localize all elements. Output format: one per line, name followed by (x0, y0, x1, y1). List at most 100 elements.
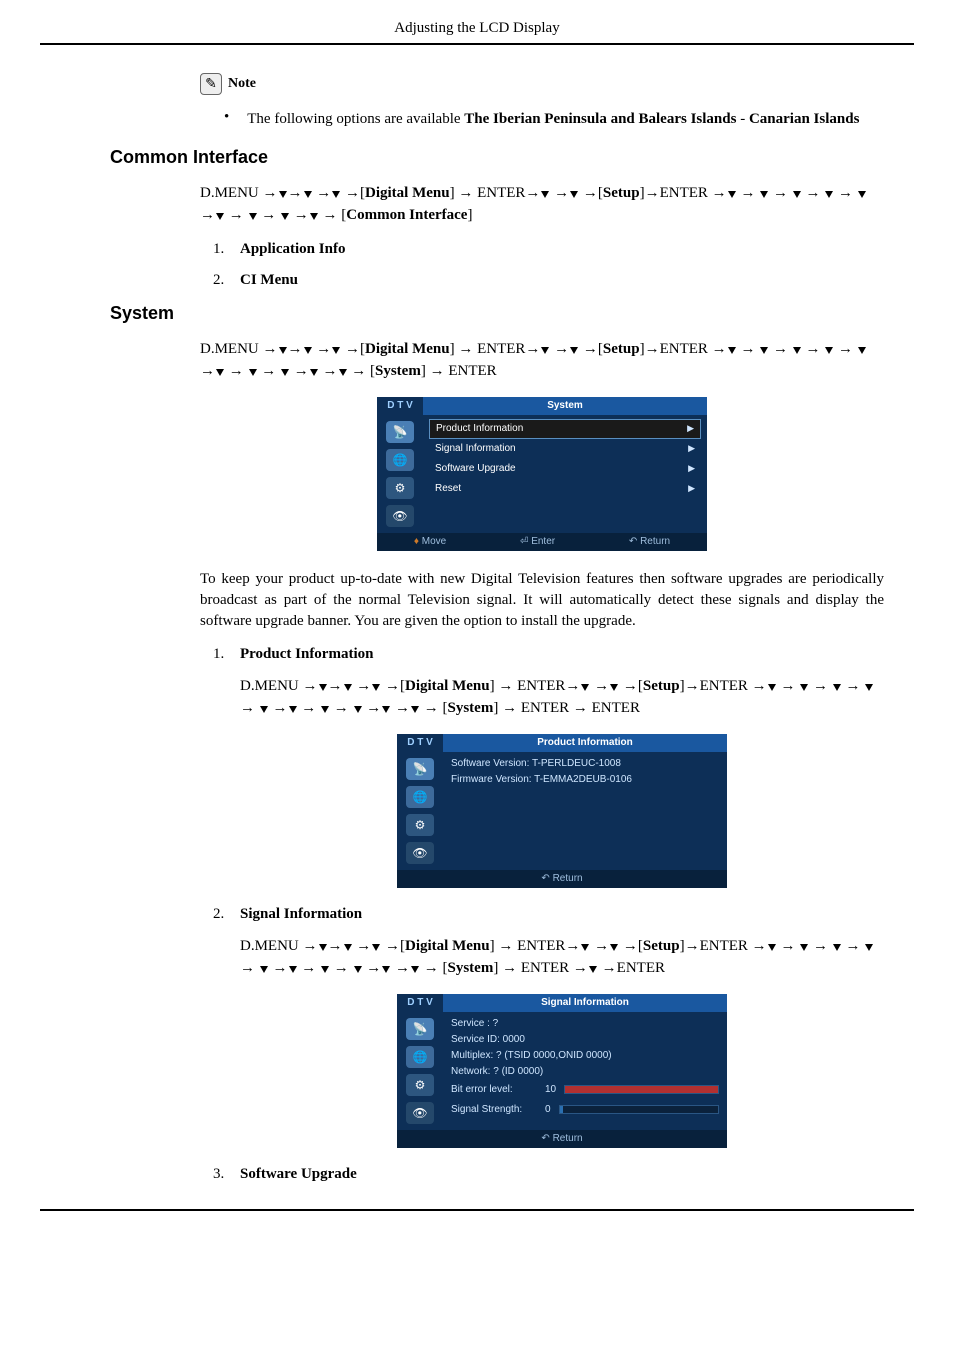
bullet-text: The following options are available The … (247, 109, 859, 131)
down-arrow-icon (411, 966, 419, 973)
path-product-info: D.MENU →→ → →[Digital Menu] → ENTER→ → →… (240, 675, 884, 720)
scr-header: D T V Signal Information (397, 994, 727, 1012)
down-arrow-icon (570, 347, 578, 354)
chevron-right-icon: ▶ (688, 483, 695, 494)
down-arrow-icon (321, 706, 329, 713)
scr-header: D T V Product Information (397, 734, 727, 752)
footer-rule (40, 1209, 914, 1211)
info-service: Service : ? (451, 1016, 719, 1032)
down-arrow-icon (281, 213, 289, 220)
heading-system: System (110, 303, 884, 324)
scr-footer: ↶ Return (397, 870, 727, 888)
down-arrow-icon (760, 191, 768, 198)
down-arrow-icon (581, 944, 589, 951)
gear-icon: ⚙ (386, 477, 414, 499)
screenshot-system-menu: D T V System 📡 🌐 ⚙ 👁 Product Information… (377, 397, 707, 551)
down-arrow-icon (541, 191, 549, 198)
bit-error-bar (564, 1085, 719, 1094)
step-ci-menu: CI Menu (228, 272, 884, 289)
globe-icon: 🌐 (386, 449, 414, 471)
down-arrow-icon (216, 213, 224, 220)
page-title: Adjusting the LCD Display (394, 20, 559, 36)
note-label: Note (228, 76, 256, 92)
eye-icon: 👁 (406, 1102, 434, 1124)
down-arrow-icon (354, 706, 362, 713)
down-arrow-icon (793, 191, 801, 198)
down-arrow-icon (289, 706, 297, 713)
down-arrow-icon (800, 944, 808, 951)
path-signal-info: D.MENU →→ → →[Digital Menu] → ENTER→ → →… (240, 935, 884, 980)
scr-title: Signal Information (443, 994, 727, 1012)
heading-common-interface: Common Interface (110, 147, 884, 168)
down-arrow-icon (289, 966, 297, 973)
down-arrow-icon (319, 684, 327, 691)
down-arrow-icon (825, 191, 833, 198)
steps-common-interface: Application Info CI Menu (224, 241, 884, 289)
page-header: Adjusting the LCD Display (40, 0, 914, 43)
path-system: D.MENU →→ → →[Digital Menu] → ENTER→ → →… (200, 338, 884, 383)
ci-body: D.MENU →→ → →[Digital Menu] → ENTER→ → →… (40, 182, 914, 289)
scr-main: Software Version: T-PERLDEUC-1008 Firmwa… (443, 752, 727, 870)
scr-footer: ↶ Return (397, 1130, 727, 1148)
down-arrow-icon (260, 706, 268, 713)
down-arrow-icon (865, 684, 873, 691)
signal-strength-bar (559, 1105, 719, 1114)
gear-icon: ⚙ (406, 814, 434, 836)
down-arrow-icon (216, 369, 224, 376)
scr-main: Service : ? Service ID: 0000 Multiplex: … (443, 1012, 727, 1130)
down-arrow-icon (319, 944, 327, 951)
chevron-right-icon: ▶ (687, 423, 694, 434)
down-arrow-icon (310, 369, 318, 376)
menu-item-signal-info[interactable]: Signal Information▶ (429, 439, 701, 459)
eye-icon: 👁 (406, 842, 434, 864)
eye-icon: 👁 (386, 505, 414, 527)
note-icon: ✎ (200, 73, 222, 95)
down-arrow-icon (825, 347, 833, 354)
down-arrow-icon (321, 966, 329, 973)
path-common-interface: D.MENU →→ → →[Digital Menu] → ENTER→ → →… (200, 182, 884, 227)
menu-item-reset[interactable]: Reset▶ (429, 479, 701, 499)
bit-error-row: Bit error level: 10 (451, 1080, 719, 1100)
scr-tag: D T V (377, 397, 423, 415)
info-network: Network: ? (ID 0000) (451, 1064, 719, 1080)
info-firmware-version: Firmware Version: T-EMMA2DEUB-0106 (451, 772, 719, 788)
down-arrow-icon (354, 966, 362, 973)
scr-body: 📡 🌐 ⚙ 👁 Software Version: T-PERLDEUC-100… (397, 752, 727, 870)
down-arrow-icon (570, 191, 578, 198)
gear-icon: ⚙ (406, 1074, 434, 1096)
system-body: D.MENU →→ → →[Digital Menu] → ENTER→ → →… (40, 338, 914, 1183)
down-arrow-icon (760, 347, 768, 354)
steps-system: Product Information D.MENU →→ → →[Digita… (224, 646, 884, 1183)
down-arrow-icon (858, 347, 866, 354)
scr-body: 📡 🌐 ⚙ 👁 Service : ? Service ID: 0000 Mul… (397, 1012, 727, 1130)
footer-return: ↶ Return (541, 873, 582, 884)
down-arrow-icon (728, 191, 736, 198)
down-arrow-icon (589, 966, 597, 973)
step-software-upgrade: Software Upgrade (228, 1166, 884, 1183)
down-arrow-icon (541, 347, 549, 354)
down-arrow-icon (865, 944, 873, 951)
note-block: ✎ Note • The following options are avail… (40, 73, 914, 131)
down-arrow-icon (858, 191, 866, 198)
down-arrow-icon (279, 347, 287, 354)
scr-sidebar: 📡 🌐 ⚙ 👁 (397, 1012, 443, 1130)
step-signal-information: Signal Information D.MENU →→ → →[Digital… (228, 906, 884, 1148)
footer-return: ↶ Return (541, 1133, 582, 1144)
down-arrow-icon (281, 369, 289, 376)
dish-icon: 📡 (406, 758, 434, 780)
step-application-info: Application Info (228, 241, 884, 258)
dish-icon: 📡 (386, 421, 414, 443)
menu-item-product-info[interactable]: Product Information▶ (429, 419, 701, 439)
info-service-id: Service ID: 0000 (451, 1032, 719, 1048)
menu-item-software-upgrade[interactable]: Software Upgrade▶ (429, 459, 701, 479)
dish-icon: 📡 (406, 1018, 434, 1040)
scr-main: Product Information▶ Signal Information▶… (423, 415, 707, 533)
down-arrow-icon (304, 191, 312, 198)
down-arrow-icon (304, 347, 312, 354)
screenshot-signal-info: D T V Signal Information 📡 🌐 ⚙ 👁 Service… (397, 994, 727, 1148)
down-arrow-icon (768, 684, 776, 691)
down-arrow-icon (332, 347, 340, 354)
scr-header: D T V System (377, 397, 707, 415)
down-arrow-icon (344, 944, 352, 951)
footer-enter: ⏎ Enter (520, 536, 555, 547)
